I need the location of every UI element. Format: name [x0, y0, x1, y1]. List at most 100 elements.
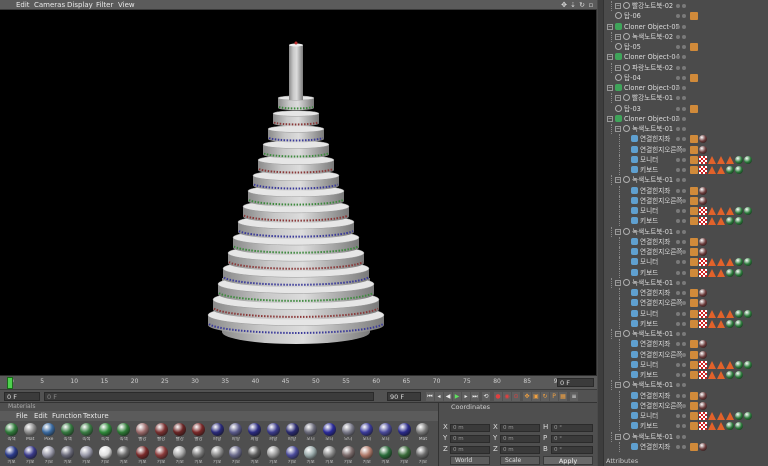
visibility-dot-icon[interactable]	[682, 311, 686, 316]
visibility-dot-icon[interactable]	[676, 127, 680, 131]
visibility-dot-icon[interactable]	[676, 424, 680, 429]
visibility-dot-icon[interactable]	[682, 393, 686, 398]
material-swatch[interactable]: 키보	[135, 446, 150, 466]
texture-tag-icon[interactable]	[699, 319, 707, 328]
material-swatch[interactable]: 키보	[23, 446, 38, 466]
texture-tag-icon[interactable]	[699, 207, 707, 215]
selection-tag-icon[interactable]	[708, 166, 716, 174]
visibility-dot-icon[interactable]	[676, 4, 680, 8]
material-swatch[interactable]: 키보	[210, 446, 225, 466]
visibility-dot-icon[interactable]	[682, 168, 686, 172]
object-row[interactable]: 키보드	[604, 267, 768, 278]
object-row[interactable]: − 녹색노트북-01	[604, 175, 768, 186]
selection-tag-icon[interactable]	[717, 268, 725, 277]
visibility-dot-icon[interactable]	[676, 147, 680, 152]
rotation-key-icon[interactable]: ↻	[541, 392, 549, 401]
visibility-dot-icon[interactable]	[682, 239, 686, 244]
visibility-dot-icon[interactable]	[676, 280, 680, 285]
material-tag-icon[interactable]	[699, 135, 707, 144]
material-swatch[interactable]: 파랑	[210, 423, 225, 444]
phong-tag-icon[interactable]	[690, 371, 698, 379]
object-row[interactable]: − 녹색노트북-01	[604, 431, 768, 442]
phong-tag-icon[interactable]	[690, 166, 698, 174]
material-swatch[interactable]: 모니	[378, 423, 393, 444]
phong-tag-icon[interactable]	[690, 104, 698, 113]
play-icon[interactable]: ▶	[453, 392, 461, 401]
material-tag-icon[interactable]	[735, 207, 743, 215]
object-name[interactable]: 녹색노트북-01	[632, 175, 673, 185]
visibility-dot-icon[interactable]	[682, 45, 686, 49]
size-mode-dropdown[interactable]: Scale	[500, 456, 540, 465]
timeline[interactable]: 051015202530354045505560657075808590 0 F	[0, 375, 597, 389]
visibility-dot-icon[interactable]	[676, 291, 680, 295]
object-row[interactable]: 탑-04	[604, 73, 768, 83]
expand-icon[interactable]: −	[615, 382, 621, 389]
texture-tag-icon[interactable]	[699, 422, 707, 431]
material-tag-icon[interactable]	[744, 412, 752, 420]
object-row[interactable]: 연결힌지오른쪽	[604, 195, 768, 206]
selection-tag-icon[interactable]	[708, 360, 716, 369]
visibility-dot-icon[interactable]	[676, 137, 680, 142]
object-name[interactable]: 녹색노트북-01	[632, 329, 673, 339]
object-row[interactable]: 모니터	[604, 359, 768, 370]
texture-tag-icon[interactable]	[699, 155, 707, 164]
expand-icon[interactable]: −	[607, 115, 613, 122]
selection-tag-icon[interactable]	[708, 371, 716, 379]
visibility-dot-icon[interactable]	[676, 96, 680, 101]
maximize-icon[interactable]: ▫	[587, 1, 595, 9]
move-down-icon[interactable]: ⇣	[569, 1, 577, 9]
object-name[interactable]: 모니터	[640, 257, 658, 267]
visibility-dot-icon[interactable]	[676, 34, 680, 39]
visibility-dot-icon[interactable]	[682, 116, 686, 121]
goto-start-icon[interactable]: ⏮	[426, 392, 434, 401]
phong-tag-icon[interactable]	[690, 442, 698, 451]
visibility-dot-icon[interactable]	[682, 362, 686, 367]
material-tag-icon[interactable]	[726, 422, 734, 431]
object-row[interactable]: − Cloner Object-05	[604, 22, 768, 32]
expand-icon[interactable]: −	[607, 23, 613, 30]
object-name[interactable]: 모니터	[640, 206, 658, 216]
visibility-dot-icon[interactable]	[676, 260, 680, 265]
phong-tag-icon[interactable]	[690, 401, 698, 410]
visibility-dot-icon[interactable]	[676, 106, 680, 111]
object-name[interactable]: 녹색노트북-01	[632, 278, 673, 288]
selection-tag-icon[interactable]	[708, 319, 716, 328]
visibility-dot-icon[interactable]	[676, 229, 680, 234]
scale-key-icon[interactable]: ▣	[532, 392, 540, 401]
end-frame-field[interactable]: 90 F	[387, 392, 421, 401]
visibility-dot-icon[interactable]	[682, 280, 686, 285]
material-tag-icon[interactable]	[744, 207, 752, 215]
expand-icon[interactable]: −	[615, 279, 621, 286]
material-tag-icon[interactable]	[744, 309, 752, 318]
material-tag-icon[interactable]	[744, 258, 752, 267]
object-name[interactable]: 연결힌지좌	[640, 442, 670, 452]
record-icon[interactable]: ●	[494, 392, 502, 401]
material-swatch[interactable]: 키보	[41, 446, 56, 466]
visibility-dot-icon[interactable]	[676, 434, 680, 439]
texture-tag-icon[interactable]	[699, 412, 707, 420]
menu-cameras[interactable]: Cameras	[34, 0, 65, 10]
expand-icon[interactable]: −	[615, 177, 621, 184]
visibility-dot-icon[interactable]	[676, 157, 680, 162]
visibility-dot-icon[interactable]	[676, 65, 680, 70]
object-row[interactable]: 키보드	[604, 421, 768, 432]
object-name[interactable]: 연결힌지좌	[640, 288, 670, 298]
object-row[interactable]: 연결힌지좌	[604, 390, 768, 401]
material-swatch[interactable]: 키보	[4, 446, 19, 466]
texture-tag-icon[interactable]	[699, 371, 707, 379]
visibility-dot-icon[interactable]	[676, 24, 680, 29]
visibility-dot-icon[interactable]	[682, 178, 686, 183]
selection-tag-icon[interactable]	[717, 360, 725, 369]
object-name[interactable]: 모니터	[640, 411, 658, 421]
object-row[interactable]: − 녹색노트북-01	[604, 226, 768, 237]
phong-tag-icon[interactable]	[690, 299, 698, 308]
selection-tag-icon[interactable]	[717, 319, 725, 328]
material-swatch[interactable]: 키보	[98, 446, 113, 466]
material-swatch[interactable]: 파랑	[266, 423, 281, 444]
material-swatch[interactable]: 파랑	[228, 423, 243, 444]
material-tag-icon[interactable]	[726, 319, 734, 328]
phong-tag-icon[interactable]	[690, 248, 698, 256]
texture-tag-icon[interactable]	[699, 309, 707, 318]
mat-menu-file[interactable]: File	[16, 411, 28, 421]
object-name[interactable]: 연결힌지좌	[640, 237, 670, 247]
